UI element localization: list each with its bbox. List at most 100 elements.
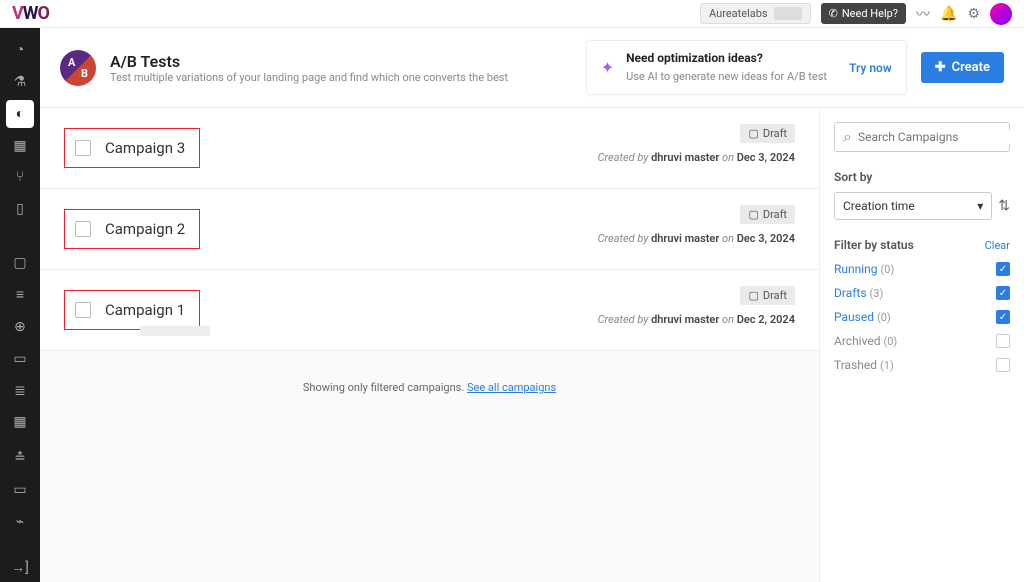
- user-avatar[interactable]: [990, 3, 1012, 25]
- topbar-right: Aureatelabs ✆ Need Help? 〰 🔔 ⚙: [700, 3, 1012, 25]
- vwo-logo[interactable]: VWO: [12, 3, 49, 24]
- body-row: Campaign 3 ▢ Draft Created by dhruvi maste…: [40, 108, 1024, 582]
- list-icon[interactable]: ≡: [6, 281, 34, 309]
- sort-label: Sort by: [834, 170, 1010, 184]
- creation-meta: Created by dhruvi master on Dec 3, 2024: [598, 232, 795, 245]
- clear-filters-link[interactable]: Clear: [985, 239, 1010, 252]
- top-bar: VWO Aureatelabs ✆ Need Help? 〰 🔔 ⚙: [0, 0, 1024, 28]
- optimization-ideas-card: ✦ Need optimization ideas? Use AI to gen…: [586, 40, 907, 95]
- campaign-meta: ▢ DraftCreated by dhruvi master on Dec 3…: [598, 203, 795, 245]
- filter-list: Running (0)✓Drafts (3)✓Paused (0)✓Archiv…: [834, 262, 1010, 372]
- mobile-icon[interactable]: ▯: [6, 195, 34, 223]
- filter-item-trashed[interactable]: Trashed (1): [834, 358, 1010, 372]
- campaign-list: Campaign 3 ▢ Draft Created by dhruvi maste…: [40, 108, 819, 582]
- filter-count: (0): [883, 335, 897, 348]
- plus-icon: ✚: [935, 60, 946, 75]
- title-block: A/B Tests Test multiple variations of yo…: [110, 52, 508, 84]
- campaign-row[interactable]: Campaign 3 ▢ Draft Created by dhruvi maste…: [40, 108, 819, 189]
- activity-icon[interactable]: 〰: [916, 4, 930, 24]
- filter-checkbox[interactable]: [996, 334, 1010, 348]
- filter-name: Drafts: [834, 286, 867, 300]
- campaign-name: Campaign 1: [105, 301, 185, 319]
- create-label: Create: [952, 60, 990, 75]
- creation-meta: Created by dhruvi master on Dec 2, 2024: [598, 313, 795, 326]
- gear-icon[interactable]: ⚙: [967, 6, 980, 22]
- filter-item-paused[interactable]: Paused (0) ✓: [834, 310, 1010, 324]
- draft-icon: ▢: [748, 127, 758, 140]
- creation-meta: Created by dhruvi master on Dec 3, 2024: [598, 151, 795, 164]
- idea-text: Need optimization ideas? Use AI to gener…: [626, 51, 827, 84]
- file-icon[interactable]: ▢: [6, 249, 34, 277]
- monitor-icon[interactable]: ▭: [6, 345, 34, 373]
- create-button[interactable]: ✚ Create: [921, 52, 1004, 83]
- search-icon: ⌕: [843, 127, 852, 147]
- page-title: A/B Tests: [110, 52, 508, 71]
- page-header: A/B Tests Test multiple variations of yo…: [40, 28, 1024, 108]
- campaign-checkbox[interactable]: [75, 140, 91, 156]
- filter-item-running[interactable]: Running (0)✓: [834, 262, 1010, 276]
- help-button[interactable]: ✆ Need Help?: [821, 3, 906, 24]
- idea-title: Need optimization ideas?: [626, 51, 827, 65]
- filter-name: Paused: [834, 310, 874, 324]
- campaign-name: Campaign 3: [105, 139, 185, 157]
- campaign-select-box: Campaign 3: [64, 128, 200, 168]
- account-switcher[interactable]: Aureatelabs: [700, 3, 811, 24]
- search-box[interactable]: ⌕: [834, 122, 1010, 152]
- dashboard-icon[interactable]: ◔: [6, 36, 34, 64]
- campaign-meta: ▢ Draft Created by dhruvi master on Dec 3…: [598, 122, 795, 164]
- split-icon[interactable]: ⑂: [6, 164, 34, 192]
- target-icon[interactable]: ⊕: [6, 313, 34, 341]
- database-icon[interactable]: ≣: [6, 377, 34, 405]
- campaign-select-box: Campaign 2: [64, 209, 200, 249]
- help-label: Need Help?: [842, 7, 898, 20]
- campaign-name: Campaign 2: [105, 220, 185, 238]
- campaign-row[interactable]: Campaign 1 ▢ Draft Created by dhruvi maste…: [40, 270, 819, 351]
- ab-test-icon[interactable]: ◐: [6, 100, 34, 128]
- try-now-button[interactable]: Try now: [849, 61, 892, 75]
- filter-name: Trashed: [834, 358, 877, 372]
- campaign-row[interactable]: Campaign 2 ▢ DraftCreated by dhruvi maste…: [40, 189, 819, 270]
- account-name: Aureatelabs: [709, 7, 768, 20]
- page-subtitle: Test multiple variations of your landing…: [110, 71, 508, 84]
- filter-item-drafts[interactable]: Drafts (3)✓: [834, 286, 1010, 300]
- filter-message: Showing only filtered campaigns. See all…: [40, 351, 819, 424]
- filter-checkbox[interactable]: ✓: [996, 286, 1010, 300]
- filter-label: Filter by status: [834, 238, 914, 252]
- sort-direction-button[interactable]: ⇅: [998, 198, 1010, 214]
- flask-icon[interactable]: ⚗: [6, 68, 34, 96]
- filter-item-archived[interactable]: Archived (0): [834, 334, 1010, 348]
- phone-icon: ✆: [829, 7, 838, 20]
- sort-value: Creation time: [843, 199, 915, 213]
- bell-icon[interactable]: 🔔: [940, 6, 957, 22]
- see-all-link[interactable]: See all campaigns: [467, 381, 556, 394]
- logout-icon[interactable]: →]: [6, 554, 34, 582]
- briefcase-icon[interactable]: ▭: [6, 476, 34, 504]
- calendar-icon[interactable]: ▦: [6, 409, 34, 437]
- campaign-select-box: Campaign 1: [64, 290, 200, 330]
- campaign-checkbox[interactable]: [75, 302, 91, 318]
- filter-name: Running: [834, 262, 878, 276]
- filter-count: (1): [880, 359, 894, 372]
- search-input[interactable]: [858, 130, 1014, 144]
- account-placeholder: [774, 7, 802, 20]
- filter-name: Archived: [834, 334, 880, 348]
- filter-checkbox[interactable]: ✓: [996, 310, 1010, 324]
- idea-subtitle: Use AI to generate new ideas for A/B tes…: [626, 70, 827, 83]
- chevron-down-icon: ▾: [977, 199, 983, 213]
- grid-icon[interactable]: ▦: [6, 132, 34, 160]
- filter-checkbox[interactable]: ✓: [996, 262, 1010, 276]
- filter-checkbox[interactable]: [996, 358, 1010, 372]
- main-layout: ◔ ⚗ ◐ ▦ ⑂ ▯ ▢ ≡ ⊕ ▭ ≣ ▦ ≛ ▭ ⌁ →] A/B Tes…: [0, 28, 1024, 582]
- sparkle-icon: ✦: [601, 58, 614, 77]
- code-icon[interactable]: ⌁: [6, 508, 34, 536]
- redacted-text: [140, 326, 210, 336]
- ab-badge-icon: [60, 50, 96, 86]
- campaign-checkbox[interactable]: [75, 221, 91, 237]
- status-badge: ▢ Draft: [740, 124, 795, 143]
- status-badge: ▢ Draft: [740, 286, 795, 305]
- sort-select[interactable]: Creation time ▾: [834, 192, 992, 220]
- filter-count: (0): [877, 311, 891, 324]
- campaign-meta: ▢ Draft Created by dhruvi master on Dec 2…: [598, 284, 795, 326]
- right-panel: ⌕ Sort by Creation time ▾ ⇅ Filter by sta…: [819, 108, 1024, 582]
- sliders-icon[interactable]: ≛: [6, 444, 34, 472]
